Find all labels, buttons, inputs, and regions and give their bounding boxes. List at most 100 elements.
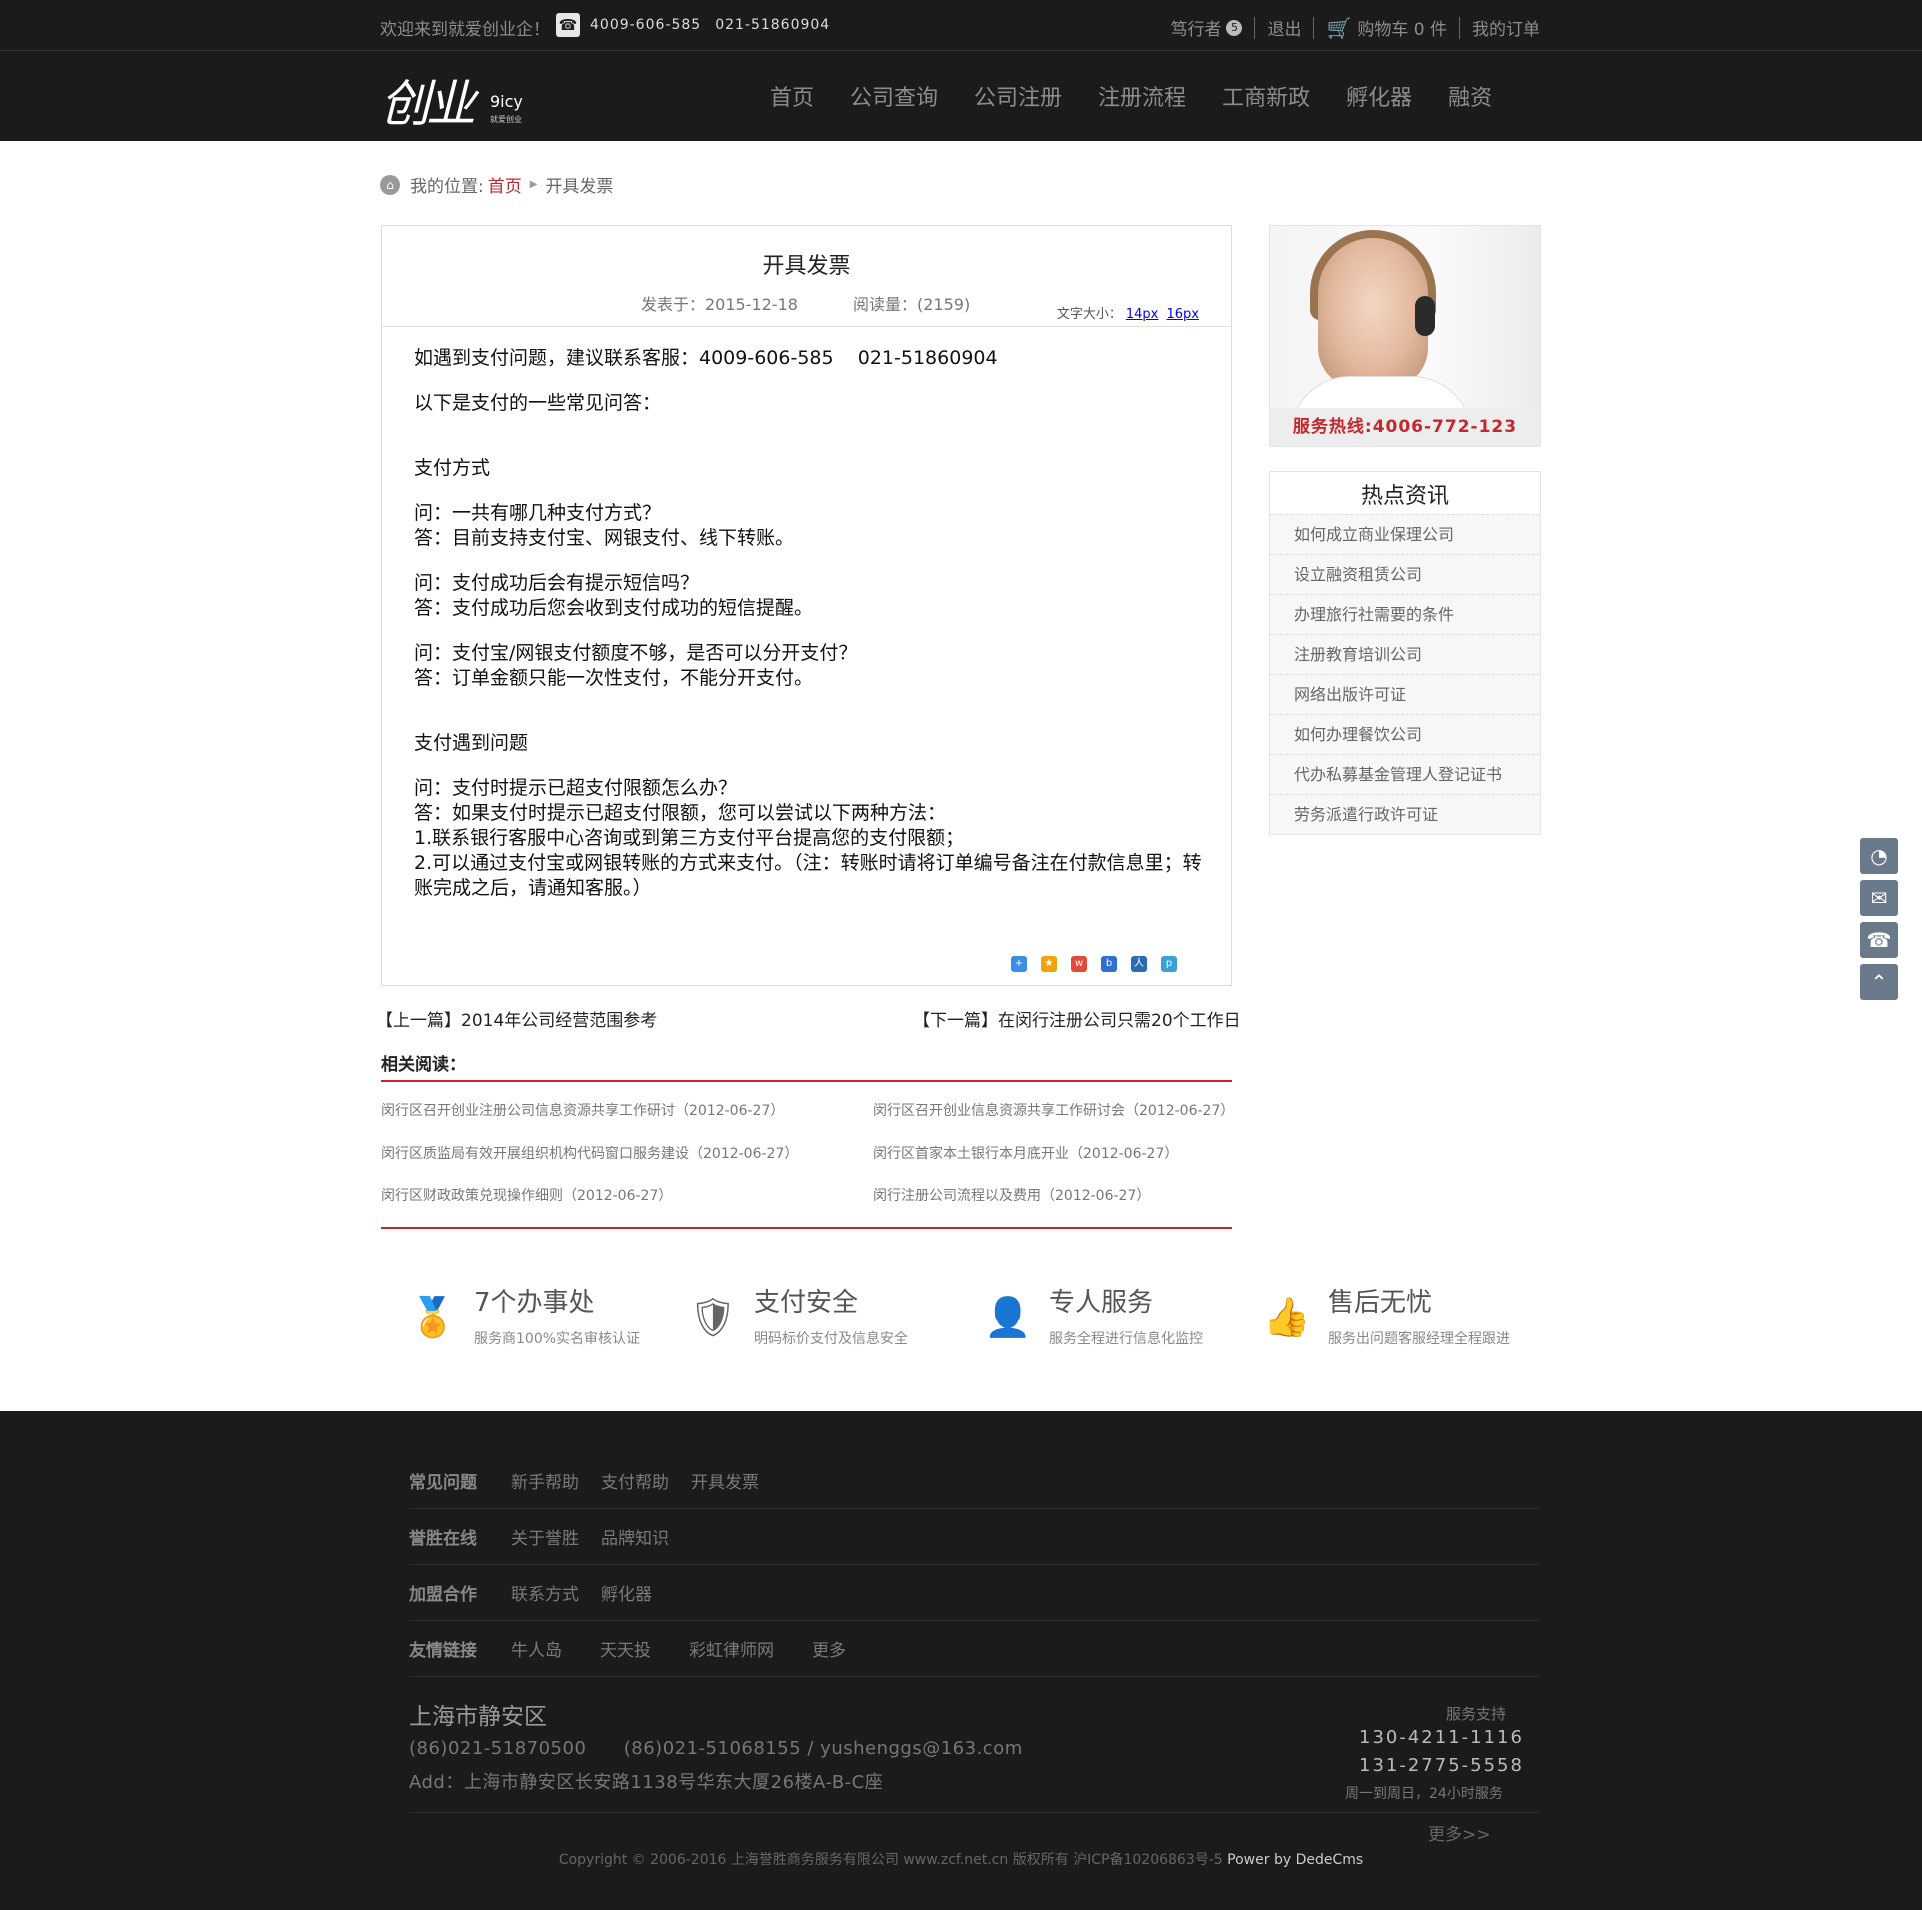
related-article-link[interactable]: 闵行区召开创业信息资源共享工作研讨会（2012-06-27）	[873, 1100, 1234, 1120]
hot-news-item[interactable]: 办理旅行社需要的条件	[1270, 594, 1540, 634]
hot-news-item[interactable]: 如何成立商业保理公司	[1270, 514, 1540, 554]
article-paragraph: 答：如果支付时提示已超支付限额，您可以尝试以下两种方法：	[414, 802, 947, 824]
footer-link[interactable]: 支付帮助	[601, 1468, 669, 1493]
article-paragraph: 答：目前支持支付宝、网银支付、线下转账。	[414, 527, 795, 549]
nav-item-register-process[interactable]: 注册流程	[1098, 80, 1186, 112]
footer-link[interactable]: 彩虹律师网	[689, 1636, 774, 1661]
customer-service-card[interactable]: 服务热线:4006-772-123	[1269, 225, 1541, 447]
telephone-icon[interactable]: ☎	[1860, 922, 1898, 958]
article-paragraph: 支付遇到问题	[414, 732, 529, 754]
renren-share-icon[interactable]: 人	[1131, 956, 1147, 972]
phone-icon: ☎	[556, 13, 580, 37]
footer-link[interactable]: 天天投	[600, 1636, 651, 1661]
cart-link[interactable]: 购物车 0 件	[1357, 15, 1447, 40]
support-phone-1: 130-4211-1116	[1359, 1727, 1524, 1748]
user-area: 笃行者 5 退出 🛒 购物车 0 件 我的订单	[1170, 15, 1540, 41]
plus-share-icon[interactable]: +	[1011, 956, 1027, 972]
hot-news-item[interactable]: 如何办理餐饮公司	[1270, 714, 1540, 754]
copyright-text: Copyright © 2006-2016 上海誉胜商务服务有限公司 www.z…	[558, 1852, 1228, 1868]
baidu-share-icon[interactable]: b	[1101, 956, 1117, 972]
article-paragraph: 1.联系银行客服中心咨询或到第三方支付平台提高您的支付限额；	[414, 827, 965, 849]
feature-title: 售后无忧	[1328, 1288, 1433, 1318]
logo-text: 9icy	[490, 92, 523, 111]
footer-link[interactable]: 品牌知识	[601, 1524, 669, 1549]
footer-row-heading: 誉胜在线	[409, 1528, 477, 1549]
feature-title: 7个办事处	[474, 1288, 595, 1318]
user-icon: 👤	[984, 1295, 1032, 1339]
user-name-link[interactable]: 笃行者	[1170, 15, 1221, 40]
font-size-large-link[interactable]: 16px	[1167, 307, 1200, 322]
breadcrumb-home-link[interactable]: 首页	[488, 172, 522, 197]
weibo-share-icon[interactable]: w	[1071, 956, 1087, 972]
footer-link[interactable]: 更多	[812, 1636, 846, 1661]
article-paragraph	[414, 711, 1204, 731]
related-article-link[interactable]: 闵行注册公司流程以及费用（2012-06-27）	[873, 1185, 1150, 1205]
related-article-link[interactable]: 闵行区首家本土银行本月底开业（2012-06-27）	[873, 1143, 1178, 1163]
site-logo[interactable]: 创业 9icy 就爱创业	[380, 64, 530, 134]
article-paragraph: 问：支付成功后会有提示短信吗？	[414, 572, 700, 594]
footer-more-link[interactable]: 更多>>	[1428, 1820, 1491, 1845]
wechat-icon[interactable]: ✉	[1860, 880, 1898, 916]
related-article-link[interactable]: 闵行区财政政策兑现操作细则（2012-06-27）	[381, 1185, 672, 1205]
font-size-switch: 文字大小： 14px 16px	[1057, 303, 1199, 322]
footer-link[interactable]: 开具发票	[691, 1468, 759, 1493]
shopping-cart-icon[interactable]: 🛒	[1326, 16, 1351, 40]
logout-link[interactable]: 退出	[1267, 15, 1301, 40]
welcome-text: 欢迎来到就爱创业企！	[380, 20, 550, 40]
footer-link[interactable]: 关于誉胜	[511, 1524, 579, 1549]
footer-address: Add：上海市静安区长安路1138号华东大厦26楼A-B-C座	[409, 1772, 884, 1793]
my-orders-link[interactable]: 我的订单	[1472, 15, 1540, 40]
qq-icon[interactable]: ◔	[1860, 838, 1898, 874]
article-paragraph	[414, 551, 1204, 571]
footer-row-heading: 加盟合作	[409, 1584, 477, 1605]
font-size-label: 文字大小：	[1056, 307, 1122, 322]
chevron-right-icon: ▶	[529, 179, 538, 190]
footer-link[interactable]: 新手帮助	[511, 1468, 579, 1493]
hot-news-item[interactable]: 劳务派遣行政许可证	[1270, 794, 1540, 834]
pinterest-share-icon[interactable]: p	[1161, 956, 1177, 972]
publish-date: 发表于：2015-12-18	[641, 295, 798, 314]
article-paragraph: 问：支付时提示已超支付限额怎么办？	[414, 777, 738, 799]
back-to-top-icon[interactable]: ⌃	[1860, 964, 1898, 1000]
headset-icon	[1415, 296, 1435, 336]
article-paragraph: 2.可以通过支付宝或网银转账的方式来支付。（注：转账时请将订单编号备注在付款信息…	[414, 852, 1202, 899]
footer-link[interactable]: 牛人岛	[511, 1636, 562, 1661]
footer-link[interactable]: 孵化器	[601, 1580, 652, 1605]
nav-item-company-register[interactable]: 公司注册	[974, 80, 1062, 112]
message-count-badge[interactable]: 5	[1226, 19, 1243, 36]
nav-item-financing[interactable]: 融资	[1448, 80, 1492, 112]
support-phone-2: 131-2775-5558	[1359, 1755, 1524, 1776]
nav-item-home[interactable]: 首页	[770, 80, 814, 112]
breadcrumb-prefix: 我的位置:	[410, 177, 484, 197]
feature-title: 支付安全	[754, 1288, 859, 1318]
qzone-share-icon[interactable]: ★	[1041, 956, 1057, 972]
prev-article-link[interactable]: 【上一篇】2014年公司经营范围参考	[376, 1006, 657, 1031]
divider	[1254, 16, 1256, 39]
article-paragraph: 答：订单金额只能一次性支付，不能分开支付。	[414, 667, 814, 689]
related-heading: 相关阅读：	[381, 1055, 466, 1075]
next-article-link[interactable]: 【下一篇】在闵行注册公司只需20个工作日	[913, 1006, 1241, 1031]
feature-subtitle: 服务出问题客服经理全程跟进	[1328, 1331, 1510, 1347]
support-title: 服务支持	[1446, 1705, 1507, 1723]
footer-link[interactable]: 联系方式	[511, 1580, 579, 1605]
article-paragraph	[414, 481, 1204, 501]
nav-item-policy[interactable]: 工商新政	[1222, 80, 1310, 112]
nav-item-company-search[interactable]: 公司查询	[850, 80, 938, 112]
hot-news-item[interactable]: 设立融资租赁公司	[1270, 554, 1540, 594]
footer-link-row: 友情链接 牛人岛 天天投 彩虹律师网 更多	[409, 1620, 1539, 1677]
article-body: 如遇到支付问题，建议联系客服：4009-606-585 021-51860904…	[414, 346, 1204, 901]
copyright: Copyright © 2006-2016 上海誉胜商务服务有限公司 www.z…	[0, 1849, 1922, 1869]
footer-link-row: 誉胜在线 关于誉胜 品牌知识	[409, 1508, 1539, 1565]
related-article-link[interactable]: 闵行区召开创业注册公司信息资源共享工作研讨（2012-06-27）	[381, 1100, 784, 1120]
related-article-link[interactable]: 闵行区质监局有效开展组织机构代码窗口服务建设（2012-06-27）	[381, 1143, 798, 1163]
hot-news-item[interactable]: 注册教育培训公司	[1270, 634, 1540, 674]
article-title: 开具发票	[762, 254, 851, 279]
nav-item-incubator[interactable]: 孵化器	[1346, 80, 1412, 112]
article-paragraph	[414, 691, 1204, 711]
font-size-small-link[interactable]: 14px	[1126, 307, 1159, 322]
top-phones: 4009-606-585 021-51860904	[590, 17, 844, 33]
hot-news-item[interactable]: 网络出版许可证	[1270, 674, 1540, 714]
thumbs-up-icon: 👍	[1263, 1295, 1311, 1339]
powered-by-link[interactable]: Power by DedeCms	[1227, 1852, 1363, 1868]
hot-news-item[interactable]: 代办私募基金管理人登记证书	[1270, 754, 1540, 794]
